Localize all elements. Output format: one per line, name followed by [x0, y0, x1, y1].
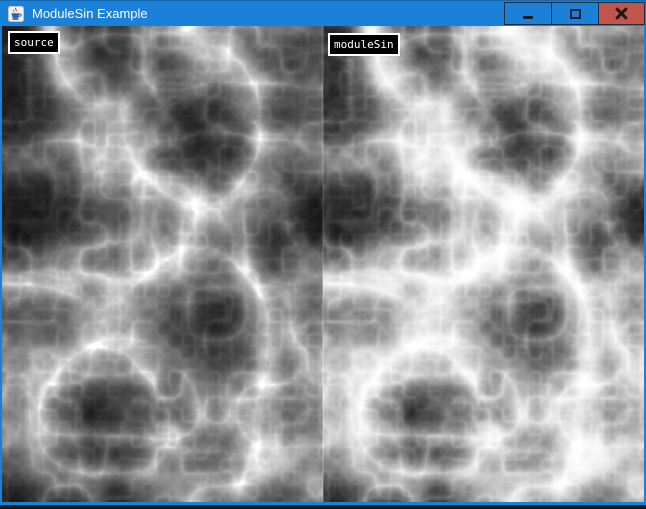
panel-label-modulesin-text: moduleSin — [334, 38, 394, 51]
titlebar[interactable]: ModuleSin Example — [0, 0, 646, 26]
maximize-icon — [570, 9, 581, 19]
panel-label-source: source — [8, 31, 60, 54]
window-controls — [504, 2, 645, 25]
window-title: ModuleSin Example — [32, 6, 148, 21]
minimize-icon — [523, 16, 533, 19]
maximize-button[interactable] — [551, 2, 598, 25]
java-coffee-cup-icon — [8, 6, 24, 22]
close-button[interactable] — [598, 2, 645, 25]
panel-label-source-text: source — [14, 36, 54, 49]
desktop-shadow-strip — [0, 505, 646, 509]
render-area: source moduleSin — [2, 26, 644, 502]
close-icon — [614, 6, 629, 21]
panel-label-modulesin: moduleSin — [328, 33, 400, 56]
app-window: ModuleSin Example source moduleSin — [0, 0, 646, 505]
noise-texture-canvas — [2, 26, 644, 502]
minimize-button[interactable] — [504, 2, 551, 25]
